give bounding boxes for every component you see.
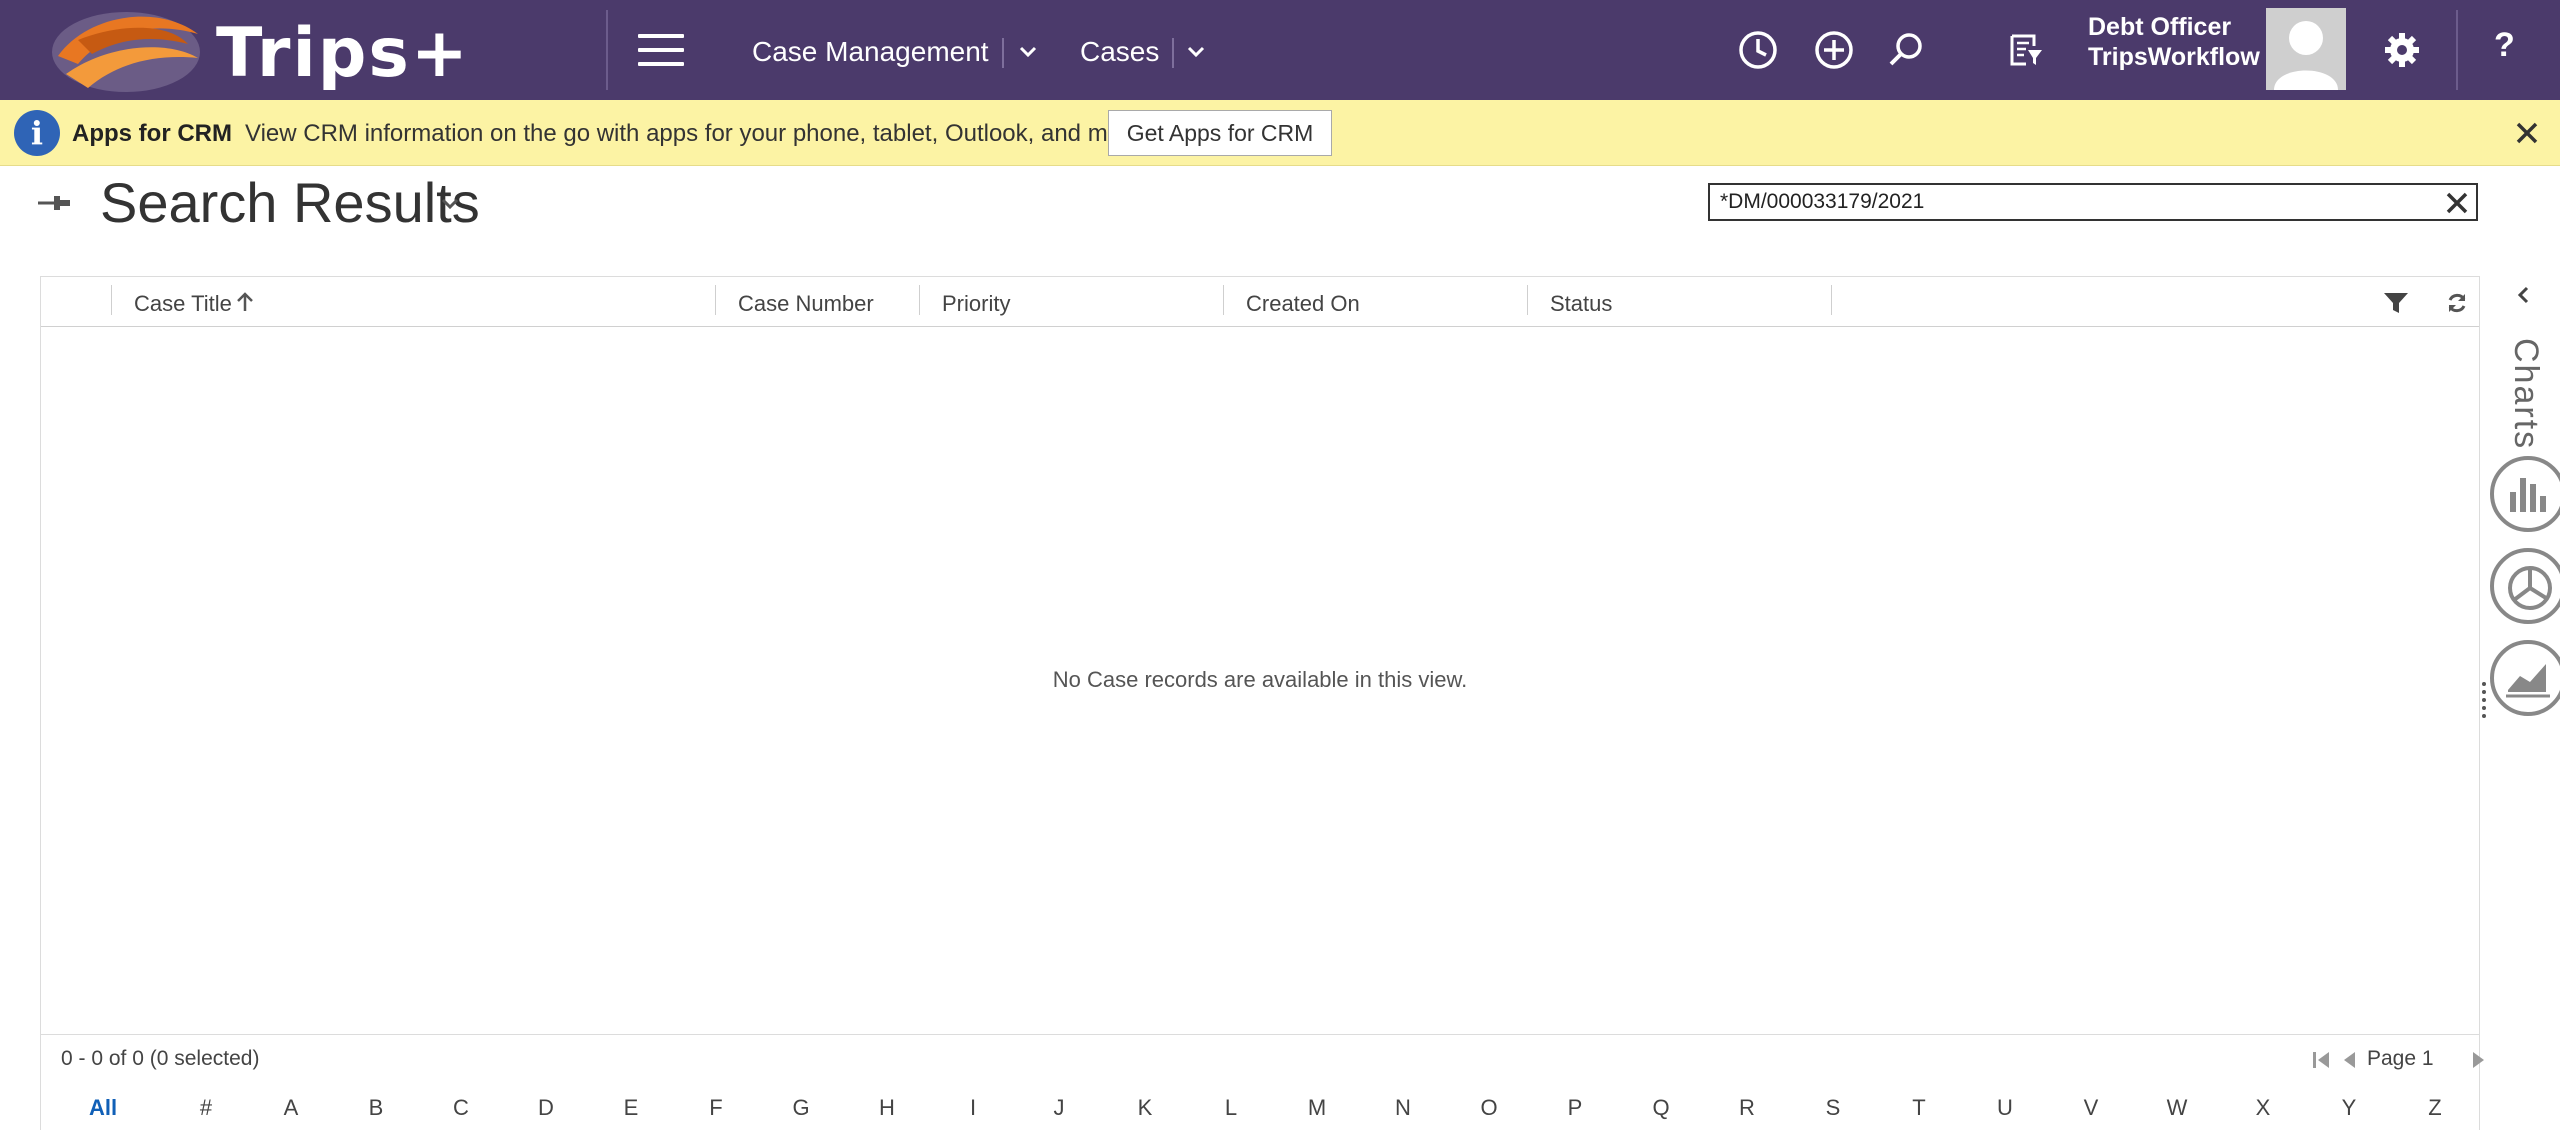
brand-name: Trips+ [216, 14, 470, 93]
record-count: 0 - 0 of 0 (0 selected) [61, 1047, 260, 1070]
get-apps-button[interactable]: Get Apps for CRM [1108, 110, 1332, 156]
alpha-filter-i[interactable]: I [970, 1095, 976, 1121]
alpha-filter-d[interactable]: D [538, 1095, 554, 1121]
bar-chart-icon[interactable] [2486, 452, 2560, 536]
next-page-icon[interactable] [2471, 1049, 2487, 1071]
charts-pane-label[interactable]: Charts [2506, 338, 2545, 450]
page-title: Search Results [100, 171, 480, 234]
sort-up-icon[interactable] [235, 291, 255, 313]
alpha-filter-q[interactable]: Q [1652, 1095, 1669, 1121]
alpha-filter-z[interactable]: Z [2428, 1095, 2441, 1121]
pie-chart-icon[interactable] [2486, 544, 2560, 628]
nav-separator [1172, 38, 1174, 68]
info-icon: i [14, 110, 60, 156]
alpha-filter-y[interactable]: Y [2342, 1095, 2357, 1121]
alpha-filter-t[interactable]: T [1912, 1095, 1925, 1121]
alpha-filter-p[interactable]: P [1568, 1095, 1583, 1121]
alphabet-filter-bar: All # A B C D E F G H I J K L M N O P Q … [41, 1095, 2479, 1129]
user-name[interactable]: Debt Officer [2088, 12, 2231, 42]
help-button[interactable]: ? [2494, 26, 2515, 65]
search-field[interactable] [1708, 183, 2478, 221]
notification-title: Apps for CRM [72, 120, 232, 147]
alpha-filter-hash[interactable]: # [200, 1095, 212, 1121]
column-separator [919, 285, 920, 315]
alpha-filter-e[interactable]: E [624, 1095, 639, 1121]
user-organization[interactable]: TripsWorkflow [2088, 42, 2260, 72]
alpha-filter-k[interactable]: K [1138, 1095, 1153, 1121]
nav-area-case-management[interactable]: Case Management [752, 36, 989, 68]
chevron-down-icon[interactable] [1184, 40, 1208, 64]
notification-message: View CRM information on the go with apps… [245, 120, 1150, 147]
top-navigation-bar: Trips+ Case Management Cases Debt Office… [0, 0, 2560, 100]
empty-grid-message: No Case records are available in this vi… [1052, 667, 1468, 692]
filter-icon[interactable] [2383, 291, 2409, 315]
alpha-filter-r[interactable]: R [1739, 1095, 1755, 1121]
column-header-case-title[interactable]: Case Title [134, 291, 232, 317]
column-header-status[interactable]: Status [1550, 291, 1612, 317]
alpha-filter-g[interactable]: G [792, 1095, 809, 1121]
alpha-filter-m[interactable]: M [1308, 1095, 1326, 1121]
nav-divider [606, 10, 608, 90]
column-separator [1527, 285, 1528, 315]
nav-separator [1002, 38, 1004, 68]
nav-entity-cases[interactable]: Cases [1080, 36, 1159, 68]
alpha-filter-v[interactable]: V [2084, 1095, 2099, 1121]
nav-divider [2456, 10, 2458, 90]
alpha-filter-all[interactable]: All [89, 1095, 117, 1121]
alpha-filter-f[interactable]: F [709, 1095, 722, 1121]
column-header-priority[interactable]: Priority [942, 291, 1010, 317]
alpha-filter-l[interactable]: L [1225, 1095, 1237, 1121]
alpha-filter-w[interactable]: W [2167, 1095, 2188, 1121]
grid-footer-divider [41, 1034, 2479, 1035]
prev-page-icon[interactable] [2341, 1049, 2357, 1071]
avatar[interactable] [2266, 8, 2346, 90]
refresh-icon[interactable] [2445, 291, 2469, 315]
chevron-left-icon[interactable] [2514, 284, 2534, 306]
chevron-down-icon[interactable] [1016, 40, 1040, 64]
column-separator [715, 285, 716, 315]
search-input[interactable] [1720, 187, 2420, 217]
advanced-find-icon[interactable] [2004, 28, 2048, 72]
close-icon[interactable] [2510, 116, 2544, 150]
create-icon[interactable] [1812, 28, 1856, 72]
menu-icon[interactable] [638, 34, 684, 66]
column-separator [1831, 285, 1832, 315]
alpha-filter-j[interactable]: J [1054, 1095, 1065, 1121]
gear-icon[interactable] [2380, 28, 2424, 72]
alpha-filter-c[interactable]: C [453, 1095, 469, 1121]
recent-icon[interactable] [1736, 28, 1780, 72]
alpha-filter-s[interactable]: S [1826, 1095, 1841, 1121]
brand-logo[interactable]: Trips+ [48, 4, 498, 96]
line-chart-icon[interactable] [2486, 636, 2560, 720]
notification-bar: i Apps for CRM View CRM information on t… [0, 100, 2560, 166]
column-header-created-on[interactable]: Created On [1246, 291, 1360, 317]
alpha-filter-o[interactable]: O [1480, 1095, 1497, 1121]
alpha-filter-u[interactable]: U [1997, 1095, 2013, 1121]
results-grid: Case Title Case Number Priority Created … [40, 276, 2484, 1130]
alpha-filter-a[interactable]: A [284, 1095, 299, 1121]
alpha-filter-h[interactable]: H [879, 1095, 895, 1121]
chevron-down-icon[interactable] [440, 196, 460, 212]
alpha-filter-x[interactable]: X [2256, 1095, 2271, 1121]
swirl-logo-icon [52, 12, 200, 92]
search-icon[interactable] [1884, 28, 1928, 72]
column-separator [1223, 285, 1224, 315]
column-separator [111, 285, 112, 315]
pin-icon[interactable] [36, 188, 72, 218]
grid-header: Case Title Case Number Priority Created … [41, 277, 2479, 327]
alpha-filter-b[interactable]: B [369, 1095, 384, 1121]
column-header-case-number[interactable]: Case Number [738, 291, 874, 317]
alpha-filter-n[interactable]: N [1395, 1095, 1411, 1121]
page-indicator: Page 1 [2367, 1047, 2434, 1070]
first-page-icon[interactable] [2311, 1049, 2331, 1071]
close-icon[interactable] [2440, 186, 2474, 220]
